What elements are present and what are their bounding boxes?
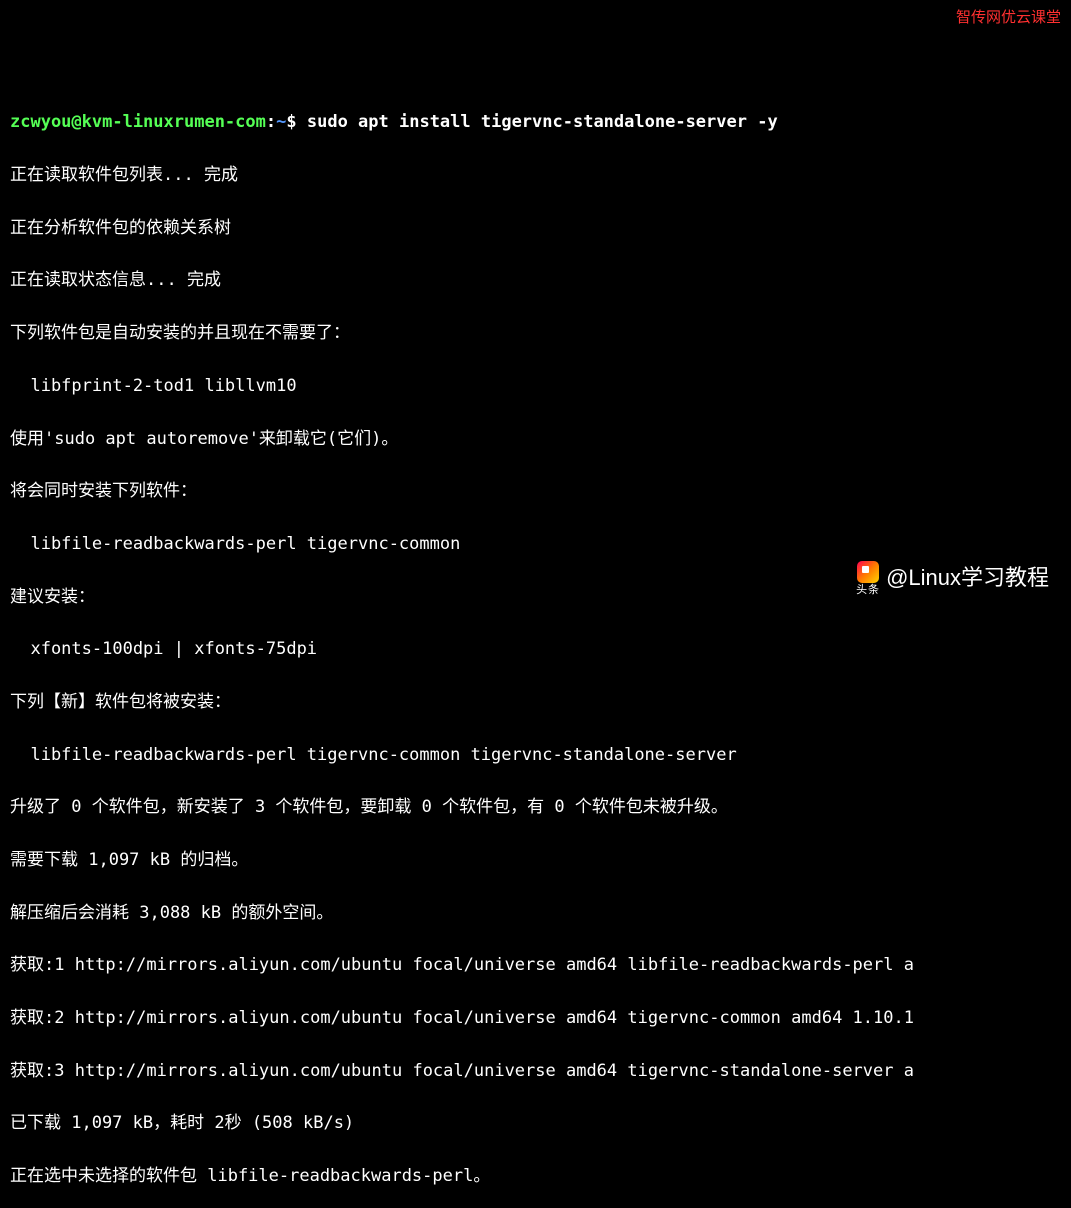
prompt-sep: : <box>266 112 276 132</box>
watermark-handle: @Linux学习教程 <box>886 561 1049 595</box>
output-line: 将会同时安装下列软件： <box>10 478 1061 504</box>
output-line: 获取:1 http://mirrors.aliyun.com/ubuntu fo… <box>10 952 1061 978</box>
prompt-line[interactable]: zcwyou@kvm-linuxrumen-com:~$ sudo apt in… <box>10 109 1061 135</box>
output-line: 正在分析软件包的依赖关系树 <box>10 215 1061 241</box>
output-line: 升级了 0 个软件包，新安装了 3 个软件包，要卸载 0 个软件包，有 0 个软… <box>10 794 1061 820</box>
output-line: 解压缩后会消耗 3,088 kB 的额外空间。 <box>10 900 1061 926</box>
output-line: libfile-readbackwards-perl tigervnc-comm… <box>10 531 1061 557</box>
output-line: 正在选中未选择的软件包 libfile-readbackwards-perl。 <box>10 1163 1061 1189</box>
prompt-user-host: zcwyou@kvm-linuxrumen-com <box>10 112 266 132</box>
output-line: libfile-readbackwards-perl tigervnc-comm… <box>10 742 1061 768</box>
prompt-symbol: $ <box>286 112 296 132</box>
output-line: 已下载 1,097 kB，耗时 2秒 (508 kB/s) <box>10 1110 1061 1136</box>
command-text: sudo apt install tigervnc-standalone-ser… <box>307 112 778 132</box>
watermark-top-right: 智传网优云课堂 <box>956 6 1061 29</box>
output-line: 下列软件包是自动安装的并且现在不需要了： <box>10 320 1061 346</box>
output-line: libfprint-2-tod1 libllvm10 <box>10 373 1061 399</box>
output-line: xfonts-100dpi | xfonts-75dpi <box>10 636 1061 662</box>
prompt-path: ~ <box>276 112 286 132</box>
output-line: 正在读取状态信息... 完成 <box>10 267 1061 293</box>
output-line: 使用'sudo apt autoremove'来卸载它(它们)。 <box>10 426 1061 452</box>
output-line: 下列【新】软件包将被安装： <box>10 689 1061 715</box>
output-line: 正在读取软件包列表... 完成 <box>10 162 1061 188</box>
output-line: 获取:2 http://mirrors.aliyun.com/ubuntu fo… <box>10 1005 1061 1031</box>
output-line: 需要下载 1,097 kB 的归档。 <box>10 847 1061 873</box>
watermark-bottom: 头条 @Linux学习教程 <box>856 561 1049 596</box>
output-line: 获取:3 http://mirrors.aliyun.com/ubuntu fo… <box>10 1058 1061 1084</box>
toutiao-logo-icon: 头条 <box>856 561 880 596</box>
watermark-brand-small: 头条 <box>856 585 880 596</box>
